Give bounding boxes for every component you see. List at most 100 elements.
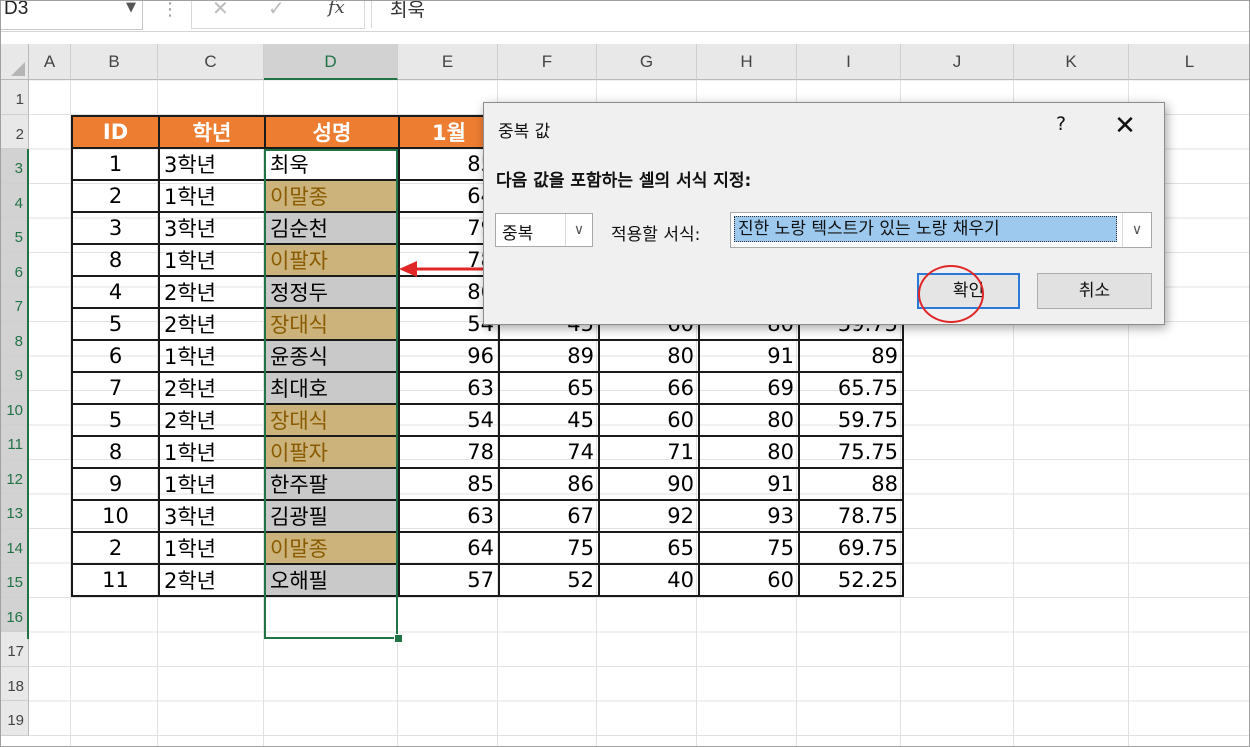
cell-id[interactable]: 7 [71,371,160,405]
chevron-down-icon[interactable]: ▼ [126,1,136,15]
cell-h[interactable]: 91 [698,339,800,373]
name-box[interactable]: D3 ▼ [1,1,143,30]
cell-name[interactable]: 김광필 [264,499,400,533]
cell-id[interactable]: 8 [71,435,160,469]
cell-id[interactable]: 1 [71,147,160,181]
cell-g[interactable]: 40 [598,563,700,597]
row-header-9[interactable]: 9 [1,356,29,391]
row-header-4[interactable]: 4 [1,183,29,218]
cell-grade[interactable]: 1학년 [158,179,266,213]
row-header-7[interactable]: 7 [1,287,29,322]
cell-id[interactable]: 4 [71,275,160,309]
row-header-10[interactable]: 10 [1,390,29,425]
value-type-select[interactable]: 중복 ∨ [495,213,593,247]
cell-id[interactable]: 2 [71,179,160,213]
cell-f[interactable]: 74 [498,435,600,469]
cell-name[interactable]: 한주팔 [264,467,400,501]
cell-id[interactable]: 6 [71,339,160,373]
cell-f[interactable]: 86 [498,467,600,501]
select-all-button[interactable] [1,44,29,80]
close-icon[interactable]: ✕ [1110,111,1140,141]
column-header-h[interactable]: H [697,44,797,80]
cell-g[interactable]: 65 [598,531,700,565]
cell-id[interactable]: 2 [71,531,160,565]
cell-e[interactable]: 78 [398,435,500,469]
row-header-18[interactable]: 18 [1,666,29,701]
column-header-l[interactable]: L [1129,44,1249,80]
cell-grade[interactable]: 3학년 [158,147,266,181]
cell-f[interactable]: 65 [498,371,600,405]
cell-name[interactable]: 최욱 [264,147,400,181]
cell-g[interactable]: 60 [598,403,700,437]
cell-grade[interactable]: 1학년 [158,467,266,501]
cell-g[interactable]: 90 [598,467,700,501]
cancel-button[interactable]: 취소 [1037,273,1152,309]
cell-i[interactable]: 52.25 [798,563,904,597]
cell-f[interactable]: 89 [498,339,600,373]
cell-name[interactable]: 김순천 [264,211,400,245]
cell-f[interactable]: 67 [498,499,600,533]
cell-i[interactable]: 65.75 [798,371,904,405]
cell-id[interactable]: 8 [71,243,160,277]
row-header-3[interactable]: 3 [1,149,29,184]
cell-name[interactable]: 장대식 [264,307,400,341]
column-header-c[interactable]: C [158,44,264,80]
cell-h[interactable]: 93 [698,499,800,533]
column-header-b[interactable]: B [71,44,158,80]
row-header-8[interactable]: 8 [1,321,29,356]
format-select[interactable]: 진한 노랑 텍스트가 있는 노랑 채우기 ∨ [730,212,1152,248]
cell-i[interactable]: 88 [798,467,904,501]
cell-h[interactable]: 80 [698,403,800,437]
cell-i[interactable]: 89 [798,339,904,373]
cell-grade[interactable]: 3학년 [158,499,266,533]
cell-e[interactable]: 64 [398,531,500,565]
chevron-down-icon[interactable]: ∨ [1122,213,1151,247]
column-header-k[interactable]: K [1014,44,1129,80]
cell-e[interactable]: 63 [398,371,500,405]
row-header-1[interactable]: 1 [1,80,29,115]
ok-button[interactable]: 확인 [917,273,1020,309]
cell-i[interactable]: 59.75 [798,403,904,437]
cell-h[interactable]: 60 [698,563,800,597]
cell-g[interactable]: 71 [598,435,700,469]
cell-f[interactable]: 75 [498,531,600,565]
cell-e[interactable]: 85 [398,467,500,501]
cell-grade[interactable]: 2학년 [158,563,266,597]
column-header-a[interactable]: A [29,44,71,80]
row-header-5[interactable]: 5 [1,218,29,253]
header-name[interactable]: 성명 [264,115,400,149]
row-header-16[interactable]: 16 [1,597,29,632]
cell-name[interactable]: 이팔자 [264,435,400,469]
chevron-down-icon[interactable]: ∨ [565,214,592,246]
column-header-e[interactable]: E [398,44,498,80]
cell-grade[interactable]: 1학년 [158,243,266,277]
cell-g[interactable]: 92 [598,499,700,533]
row-header-17[interactable]: 17 [1,632,29,667]
cell-i[interactable]: 75.75 [798,435,904,469]
cell-name[interactable]: 이말종 [264,179,400,213]
row-header-13[interactable]: 13 [1,494,29,529]
formula-input[interactable]: 최욱 [371,1,1249,28]
row-header-6[interactable]: 6 [1,252,29,287]
cell-id[interactable]: 11 [71,563,160,597]
cell-name[interactable]: 이말종 [264,531,400,565]
row-header-11[interactable]: 11 [1,425,29,460]
cell-h[interactable]: 91 [698,467,800,501]
cell-id[interactable]: 3 [71,211,160,245]
cell-h[interactable]: 80 [698,435,800,469]
cell-id[interactable]: 5 [71,403,160,437]
column-header-d[interactable]: D [264,44,398,80]
cell-grade[interactable]: 1학년 [158,435,266,469]
cell-grade[interactable]: 2학년 [158,371,266,405]
column-header-f[interactable]: F [498,44,597,80]
cell-id[interactable]: 9 [71,467,160,501]
header-grade[interactable]: 학년 [158,115,266,149]
cell-g[interactable]: 80 [598,339,700,373]
cell-grade[interactable]: 1학년 [158,531,266,565]
cell-grade[interactable]: 2학년 [158,275,266,309]
cell-f[interactable]: 45 [498,403,600,437]
insert-function-icon[interactable]: fx [328,1,345,18]
cell-i[interactable]: 69.75 [798,531,904,565]
fill-handle[interactable] [394,634,403,643]
cell-grade[interactable]: 3학년 [158,211,266,245]
